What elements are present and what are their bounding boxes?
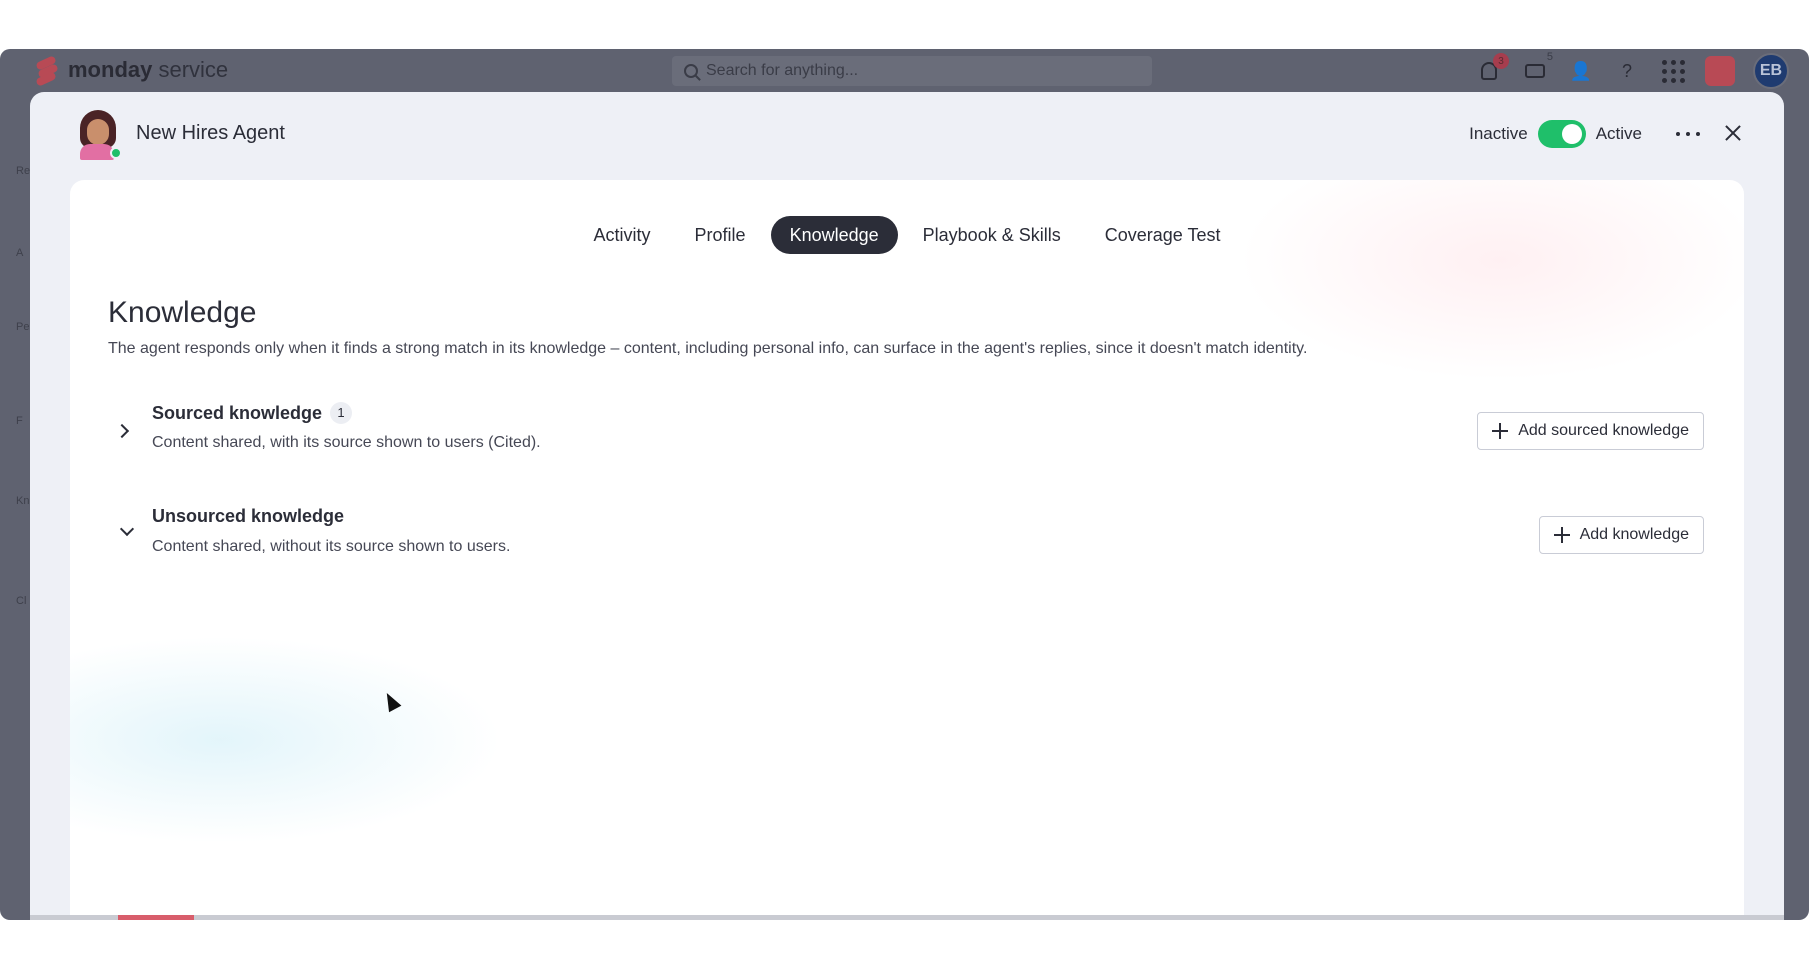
status-toggle-group: Inactive Active — [1469, 120, 1642, 148]
product-switcher-icon[interactable] — [1705, 56, 1735, 86]
user-avatar[interactable]: EB — [1753, 53, 1789, 89]
page-title: Knowledge — [108, 296, 257, 329]
content-panel: Activity Profile Knowledge Playbook & Sk… — [70, 180, 1744, 920]
apps-button[interactable] — [1659, 57, 1687, 85]
sidebar-label: Kn — [16, 495, 30, 507]
horizontal-scrollbar[interactable] — [30, 915, 1784, 920]
chevron-down-icon[interactable] — [119, 521, 135, 537]
add-sourced-knowledge-button[interactable]: Add sourced knowledge — [1477, 412, 1704, 450]
plus-icon — [1553, 527, 1570, 543]
plus-icon — [1492, 423, 1509, 439]
top-icons: 3 5 👤 ? EB — [1475, 51, 1789, 89]
monday-logo-icon — [35, 55, 59, 87]
sidebar-label: F — [16, 415, 23, 427]
inbox-button[interactable]: 5 — [1521, 51, 1553, 85]
notifications-badge: 3 — [1493, 53, 1509, 69]
apps-grid-icon — [1661, 59, 1685, 83]
tab-knowledge[interactable]: Knowledge — [770, 216, 898, 254]
help-icon: ? — [1621, 60, 1632, 81]
add-user-icon: 👤 — [1569, 60, 1593, 81]
tab-activity[interactable]: Activity — [575, 216, 670, 254]
unsourced-knowledge-section: Unsourced knowledge Content shared, with… — [108, 506, 1704, 576]
sidebar-label: Re — [16, 165, 31, 177]
add-sourced-knowledge-label: Add sourced knowledge — [1518, 422, 1689, 439]
help-button[interactable]: ? — [1613, 57, 1641, 85]
add-knowledge-label: Add knowledge — [1579, 526, 1689, 543]
inbox-icon — [1525, 64, 1545, 78]
brand-name: monday service — [68, 57, 229, 82]
search-icon — [684, 64, 698, 78]
agent-avatar — [74, 110, 122, 160]
tab-profile[interactable]: Profile — [676, 216, 765, 254]
tab-playbook-skills[interactable]: Playbook & Skills — [904, 216, 1080, 254]
unsourced-knowledge-title: Unsourced knowledge — [152, 506, 345, 526]
sourced-count-badge: 1 — [330, 402, 353, 424]
inactive-label: Inactive — [1469, 124, 1528, 143]
online-status-icon — [110, 147, 122, 159]
active-label: Active — [1595, 124, 1642, 143]
modal-header: New Hires Agent Inactive Active — [30, 92, 1784, 178]
active-toggle[interactable] — [1537, 120, 1586, 148]
search-placeholder: Search for anything... — [706, 62, 859, 79]
notifications-button[interactable]: 3 — [1475, 53, 1509, 85]
inbox-badge: 5 — [1546, 51, 1553, 63]
agent-modal: New Hires Agent Inactive Active Activity… — [30, 92, 1784, 920]
add-knowledge-button[interactable]: Add knowledge — [1538, 516, 1704, 554]
page-description: The agent responds only when it finds a … — [108, 340, 1308, 357]
scrollbar-thumb[interactable] — [118, 915, 194, 920]
top-bar: monday service Search for anything... 3 … — [0, 49, 1809, 93]
agent-name: New Hires Agent — [136, 122, 285, 144]
sourced-knowledge-header[interactable]: Sourced knowledge 1 — [152, 402, 353, 424]
tab-coverage-test[interactable]: Coverage Test — [1086, 216, 1240, 254]
tab-bar: Activity Profile Knowledge Playbook & Sk… — [70, 216, 1744, 254]
sourced-knowledge-title: Sourced knowledge — [152, 402, 323, 423]
sourced-knowledge-description: Content shared, with its source shown to… — [152, 434, 541, 451]
sourced-knowledge-section: Sourced knowledge 1 Content shared, with… — [108, 402, 1704, 472]
more-options-icon[interactable] — [1676, 122, 1700, 146]
sidebar-label: A — [16, 247, 24, 259]
chevron-right-icon[interactable] — [114, 423, 130, 439]
close-icon[interactable] — [1722, 122, 1744, 144]
unsourced-knowledge-description: Content shared, without its source shown… — [152, 538, 511, 555]
invite-button[interactable]: 👤 — [1567, 57, 1595, 85]
unsourced-knowledge-header[interactable]: Unsourced knowledge — [152, 506, 344, 527]
search-bar[interactable]: Search for anything... — [672, 56, 1152, 86]
brand[interactable]: monday service — [35, 55, 229, 87]
sidebar-label: Cl — [16, 595, 27, 607]
